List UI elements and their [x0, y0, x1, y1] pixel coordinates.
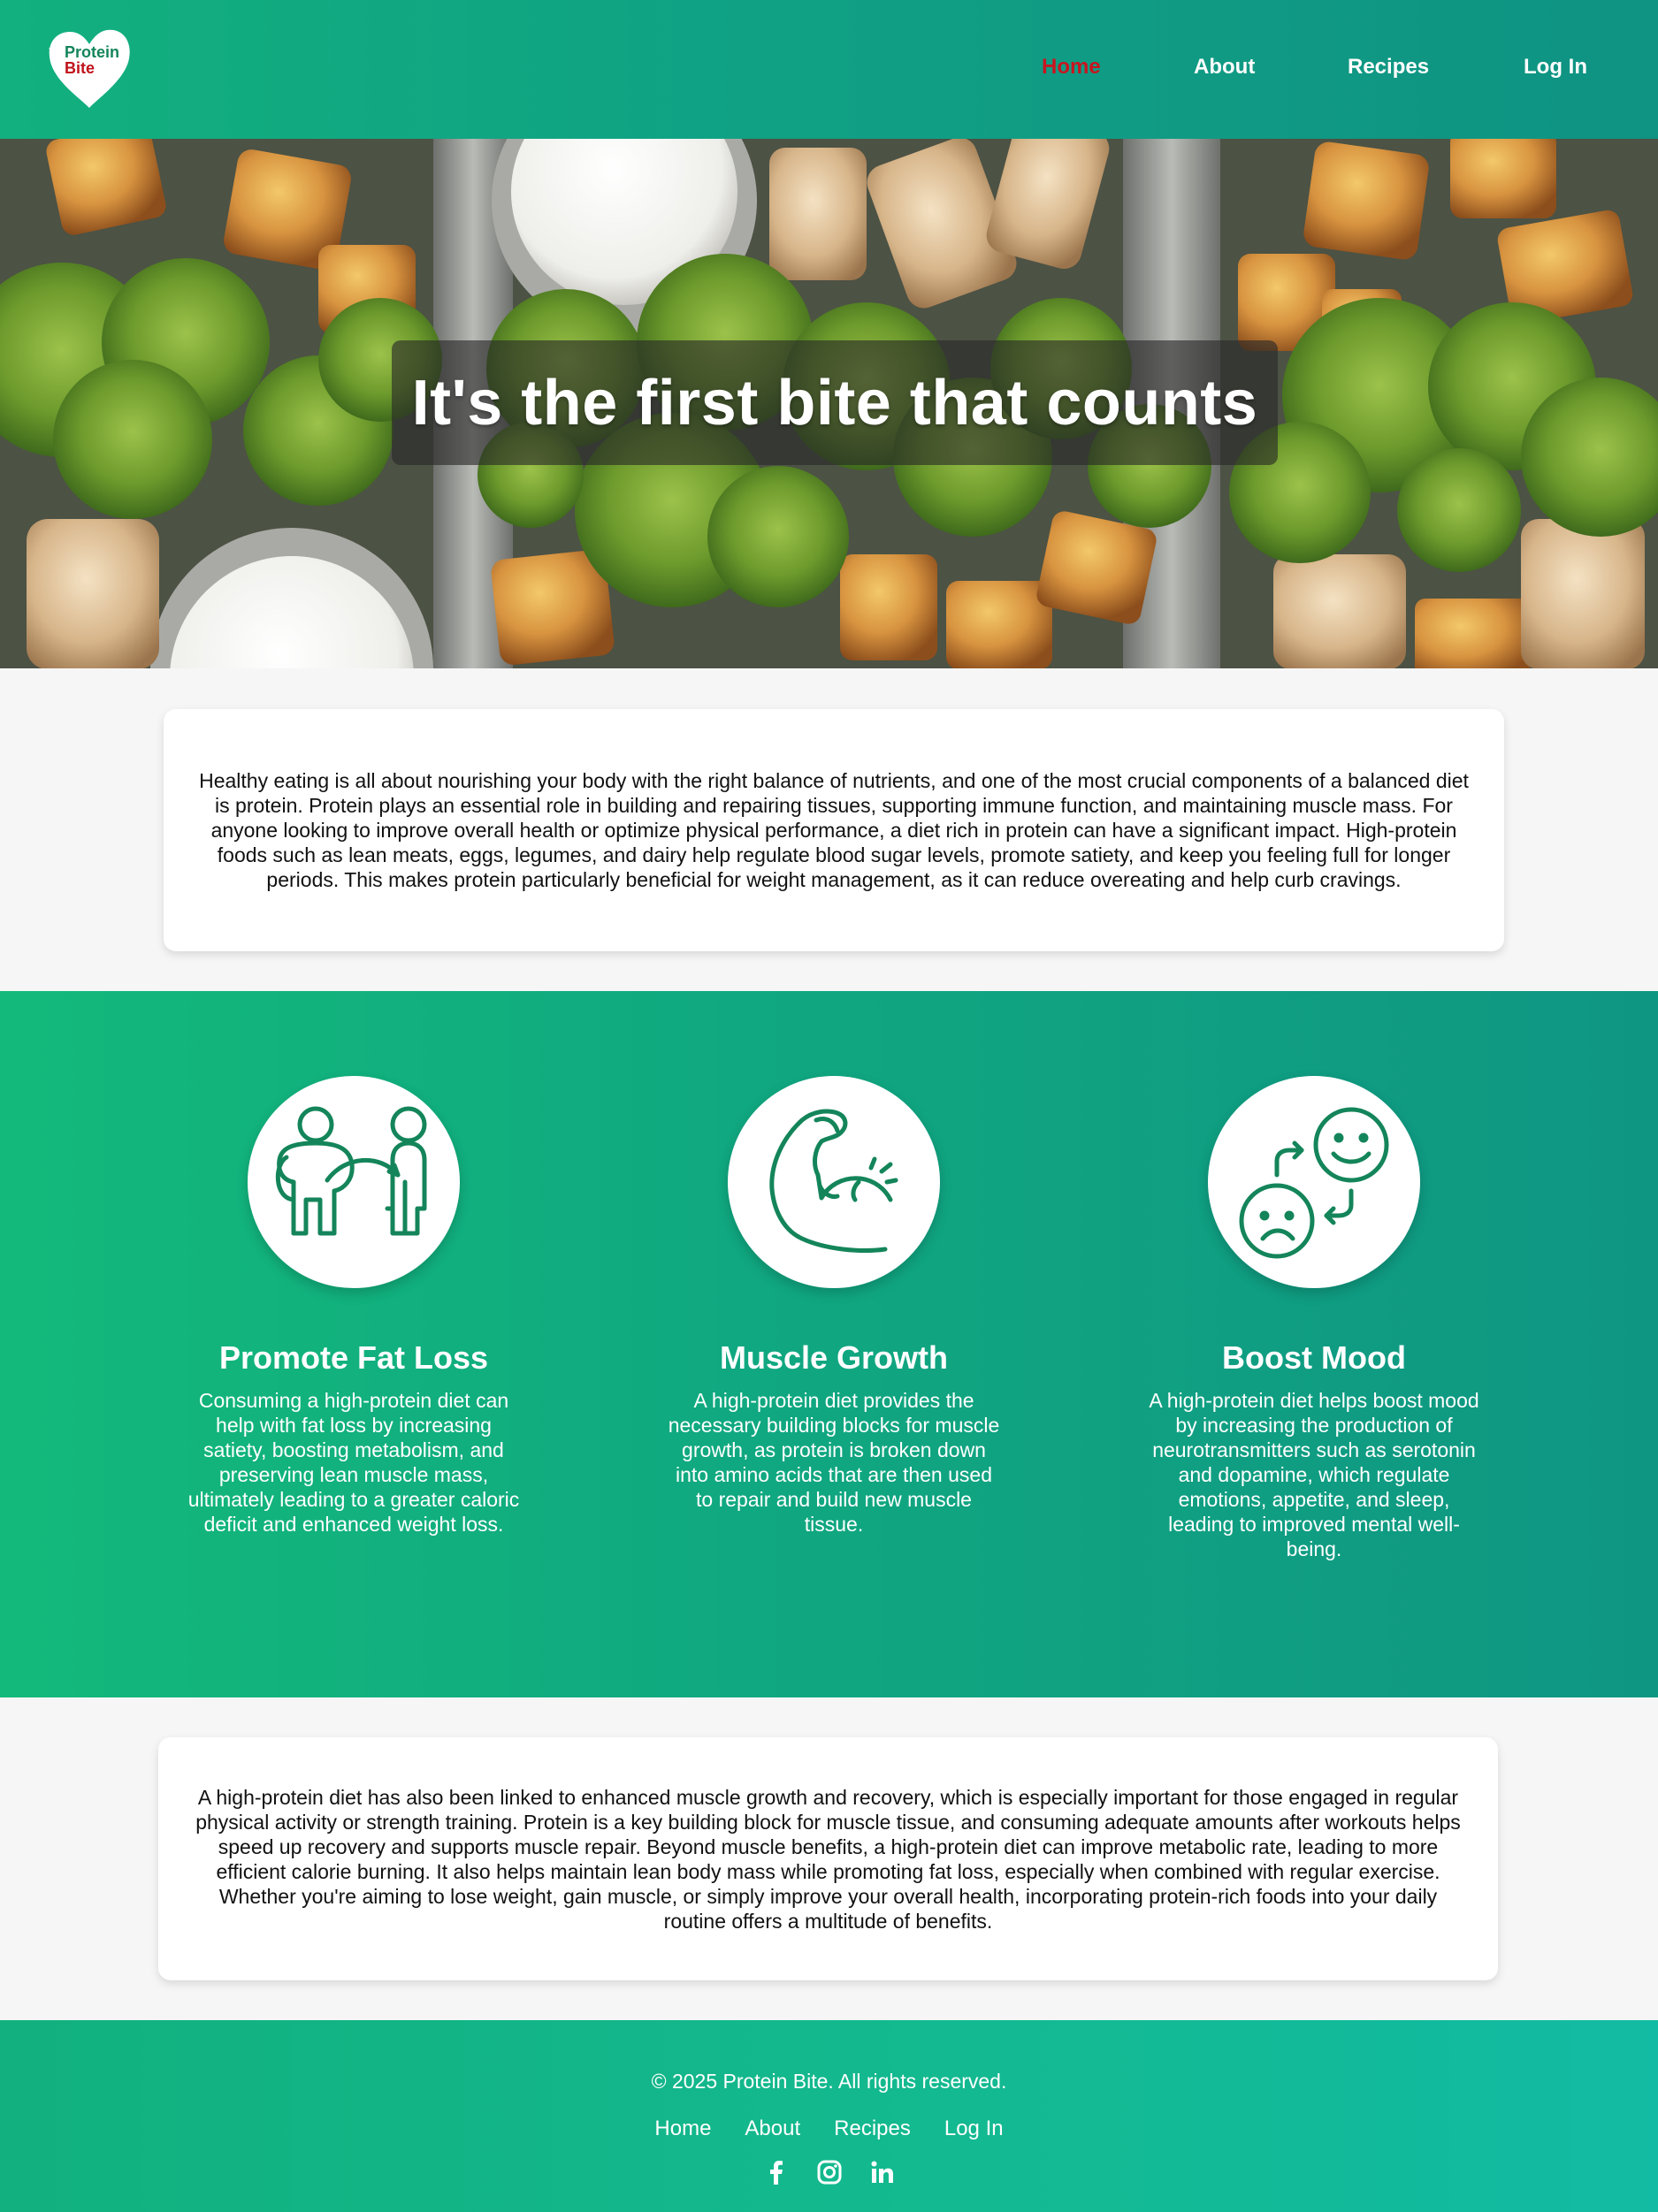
hero-title: It's the first bite that counts	[411, 367, 1258, 439]
footer-nav: Home About Recipes Log In	[0, 2117, 1658, 2141]
footer-link-home[interactable]: Home	[654, 2117, 711, 2141]
benefit-text: A high-protein diet helps boost mood by …	[1149, 1389, 1479, 1560]
facebook-icon[interactable]	[763, 2159, 790, 2185]
nav-home[interactable]: Home	[1042, 55, 1101, 80]
logo-link[interactable]: Protein Bite	[46, 25, 133, 110]
benefit-title: Promote Fat Loss	[218, 1339, 489, 1376]
outro-text: A high-protein diet has also been linked…	[195, 1785, 1461, 1933]
hero-section: It's the first bite that counts	[0, 139, 1658, 668]
benefit-title: Muscle Growth	[719, 1339, 949, 1376]
benefit-icon-circle	[248, 1076, 460, 1288]
logo-line-bite: Bite	[65, 59, 96, 77]
weight-loss-icon	[275, 1106, 427, 1236]
benefit-icon-circle	[1208, 1076, 1420, 1288]
logo-text: Protein Bite	[65, 44, 119, 77]
site-header: Protein Bite Home About Recipes Log In	[0, 0, 1658, 139]
site-footer: © 2025 Protein Bite. All rights reserved…	[0, 2020, 1658, 2212]
benefit-title: Boost Mood	[1222, 1339, 1406, 1376]
footer-link-recipes[interactable]: Recipes	[834, 2117, 911, 2141]
outro-card: A high-protein diet has also been linked…	[158, 1737, 1498, 1980]
linkedin-icon[interactable]	[869, 2159, 896, 2185]
nav-about[interactable]: About	[1194, 55, 1255, 80]
intro-text: Healthy eating is all about nourishing y…	[199, 769, 1469, 891]
copyright-text: © 2025 Protein Bite. All rights reserved…	[651, 2070, 1007, 2093]
social-links	[0, 2159, 1658, 2185]
hero-banner: It's the first bite that counts	[392, 340, 1278, 465]
mood-swap-icon	[1239, 1107, 1389, 1259]
benefits-section: Promote Fat Loss Consuming a high-protei…	[0, 991, 1658, 1697]
nav-recipes[interactable]: Recipes	[1348, 55, 1429, 80]
benefit-icon-circle	[728, 1076, 940, 1288]
intro-card: Healthy eating is all about nourishing y…	[164, 709, 1504, 951]
flexed-bicep-icon	[769, 1109, 898, 1253]
benefit-text: A high-protein diet provides the necessa…	[668, 1389, 1000, 1536]
instagram-icon[interactable]	[816, 2159, 843, 2185]
benefit-text: Consuming a high-protein diet can help w…	[187, 1389, 520, 1536]
nav-login[interactable]: Log In	[1524, 55, 1587, 80]
footer-link-about[interactable]: About	[745, 2117, 800, 2141]
footer-link-login[interactable]: Log In	[944, 2117, 1004, 2141]
